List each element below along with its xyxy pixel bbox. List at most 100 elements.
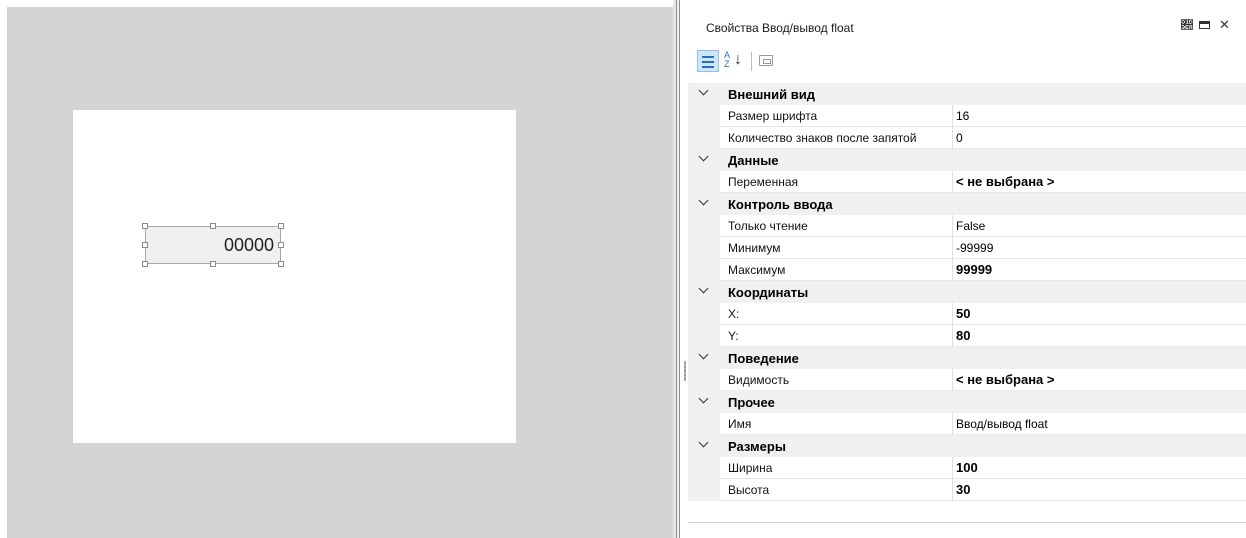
column-separator[interactable]	[952, 457, 953, 479]
category-row[interactable]: Координаты	[688, 281, 1246, 303]
maximize-icon[interactable]	[1199, 21, 1210, 29]
row-margin	[688, 369, 720, 391]
categorized-view-button[interactable]	[697, 50, 719, 72]
properties-header: Свойства Ввод/вывод float 𝏪 ✕	[688, 7, 1246, 43]
row-margin	[688, 215, 720, 237]
resize-handle-middle-right[interactable]	[278, 242, 284, 248]
chevron-down-icon[interactable]	[698, 151, 709, 162]
close-icon[interactable]: ✕	[1219, 18, 1230, 32]
row-margin	[688, 325, 720, 347]
property-name: Имя	[728, 417, 752, 431]
resize-handle-top-right[interactable]	[278, 223, 284, 229]
column-separator[interactable]	[952, 259, 953, 281]
property-name: Ширина	[728, 461, 773, 475]
property-value[interactable]: < не выбрана >	[956, 174, 1054, 189]
column-separator[interactable]	[952, 413, 953, 435]
property-value[interactable]: 0	[956, 131, 963, 145]
property-row[interactable]: Количество знаков после запятой 0	[688, 127, 1246, 149]
screen-canvas[interactable]: 00000	[73, 110, 516, 443]
category-row[interactable]: Данные	[688, 149, 1246, 171]
row-margin	[688, 413, 720, 435]
resize-handle-top-left[interactable]	[142, 223, 148, 229]
property-value[interactable]: 100	[956, 460, 978, 475]
property-row[interactable]: Видимость < не выбрана >	[688, 369, 1246, 391]
alphabetical-sort-button[interactable]: AZ ↓	[724, 51, 746, 71]
float-io-widget[interactable]: 00000	[145, 226, 281, 264]
row-margin	[688, 479, 720, 501]
column-separator[interactable]	[952, 325, 953, 347]
category-label: Данные	[728, 153, 779, 168]
resize-handle-bottom-center[interactable]	[210, 261, 216, 267]
property-row[interactable]: Имя Ввод/вывод float	[688, 413, 1246, 435]
property-row[interactable]: Только чтение False	[688, 215, 1246, 237]
column-separator[interactable]	[952, 369, 953, 391]
property-value[interactable]: < не выбрана >	[956, 372, 1054, 387]
category-row[interactable]: Контроль ввода	[688, 193, 1246, 215]
property-value[interactable]: 80	[956, 328, 970, 343]
category-label: Прочее	[728, 395, 775, 410]
property-value[interactable]: 50	[956, 306, 970, 321]
property-name: Минимум	[728, 241, 781, 255]
property-name: Только чтение	[728, 219, 808, 233]
property-row[interactable]: Минимум -99999	[688, 237, 1246, 259]
column-separator[interactable]	[952, 479, 953, 501]
splitter-line	[679, 0, 680, 538]
property-row[interactable]: Максимум 99999	[688, 259, 1246, 281]
property-value[interactable]: -99999	[956, 241, 993, 255]
column-separator[interactable]	[952, 105, 953, 127]
row-margin	[688, 105, 720, 127]
chevron-down-icon[interactable]	[698, 85, 709, 96]
resize-handle-bottom-right[interactable]	[278, 261, 284, 267]
properties-panel: Свойства Ввод/вывод float 𝏪 ✕ AZ ↓ Внешн…	[688, 7, 1246, 538]
property-name: Переменная	[728, 175, 798, 189]
property-value[interactable]: False	[956, 219, 985, 233]
pin-icon[interactable]: 𝏪	[1181, 18, 1193, 32]
column-separator[interactable]	[952, 237, 953, 259]
splitter-grip-icon[interactable]	[684, 361, 686, 381]
property-name: Размер шрифта	[728, 109, 818, 123]
chevron-down-icon[interactable]	[698, 393, 709, 404]
column-separator[interactable]	[952, 171, 953, 193]
category-row[interactable]: Поведение	[688, 347, 1246, 369]
resize-handle-bottom-left[interactable]	[142, 261, 148, 267]
category-row[interactable]: Внешний вид	[688, 83, 1246, 105]
chevron-down-icon[interactable]	[698, 349, 709, 360]
chevron-down-icon[interactable]	[698, 437, 709, 448]
category-label: Внешний вид	[728, 87, 815, 102]
column-separator[interactable]	[952, 303, 953, 325]
property-row[interactable]: Y: 80	[688, 325, 1246, 347]
chevron-down-icon[interactable]	[698, 195, 709, 206]
chevron-down-icon[interactable]	[698, 283, 709, 294]
property-row[interactable]: Размер шрифта 16	[688, 105, 1246, 127]
categorized-view-icon	[702, 56, 714, 58]
property-value[interactable]: Ввод/вывод float	[956, 417, 1048, 431]
property-value[interactable]: 16	[956, 109, 969, 123]
property-name: Y:	[728, 329, 739, 343]
properties-title: Свойства Ввод/вывод float	[706, 21, 854, 35]
property-row[interactable]: Переменная < не выбрана >	[688, 171, 1246, 193]
resize-handle-middle-left[interactable]	[142, 242, 148, 248]
property-value[interactable]: 99999	[956, 262, 992, 277]
resize-handle-top-center[interactable]	[210, 223, 216, 229]
category-row[interactable]: Размеры	[688, 435, 1246, 457]
property-value[interactable]: 30	[956, 482, 970, 497]
property-row[interactable]: X: 50	[688, 303, 1246, 325]
column-separator[interactable]	[952, 127, 953, 149]
property-name: Количество знаков после запятой	[728, 131, 917, 145]
category-row[interactable]: Прочее	[688, 391, 1246, 413]
designer-area[interactable]: 00000	[7, 7, 673, 538]
sort-arrow-icon: ↓	[734, 51, 742, 68]
row-margin	[688, 127, 720, 149]
property-pages-button[interactable]	[759, 55, 773, 66]
widget-value: 00000	[223, 235, 274, 255]
alphabetical-sort-icon: AZ	[724, 50, 731, 69]
toolbar-separator	[751, 52, 752, 71]
column-separator[interactable]	[952, 215, 953, 237]
category-label: Поведение	[728, 351, 799, 366]
properties-toolbar: AZ ↓	[696, 48, 1236, 76]
property-row[interactable]: Высота 30	[688, 479, 1246, 501]
row-margin	[688, 457, 720, 479]
category-label: Координаты	[728, 285, 809, 300]
property-row[interactable]: Ширина 100	[688, 457, 1246, 479]
categorized-view-icon	[702, 66, 714, 68]
